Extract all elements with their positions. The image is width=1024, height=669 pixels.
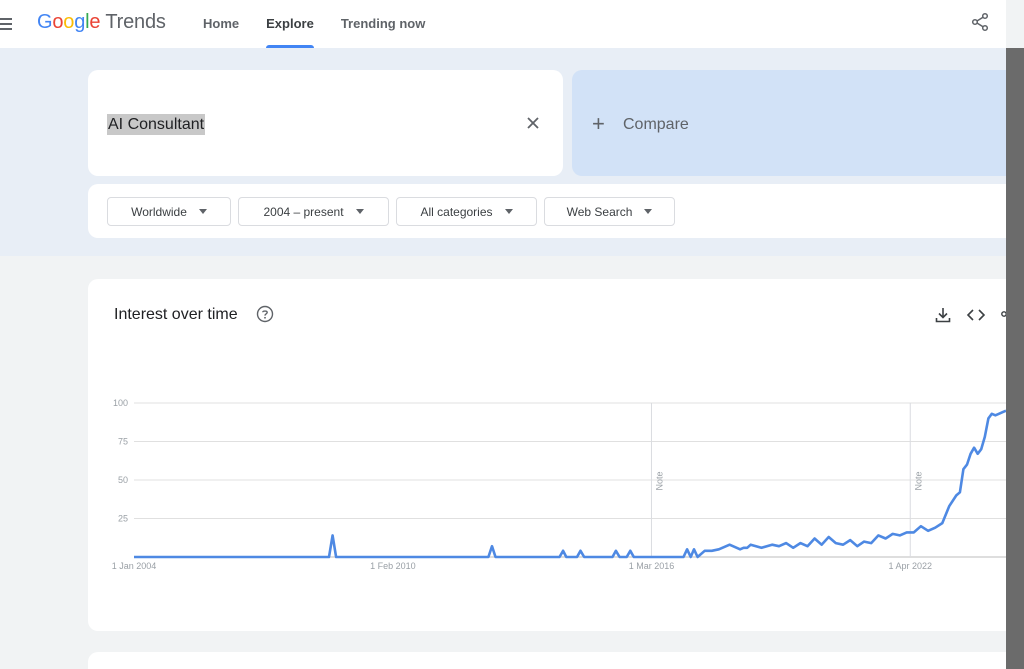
y-tick-label: 75: [118, 437, 128, 447]
note-label: Note: [913, 471, 923, 490]
y-tick-label: 100: [113, 398, 128, 408]
y-tick-label: 50: [118, 475, 128, 485]
y-tick-label: 25: [118, 514, 128, 524]
note-label: Note: [654, 471, 664, 490]
series-line-0: [134, 409, 1006, 559]
x-tick-label: 1 Jan 2004: [112, 561, 157, 571]
window-edge: [1006, 0, 1024, 669]
x-tick-label: 1 Mar 2016: [629, 561, 675, 571]
x-tick-label: 1 Feb 2010: [370, 561, 416, 571]
next-section-card: [88, 652, 1006, 669]
x-tick-label: 1 Apr 2022: [888, 561, 932, 571]
interest-line-chart: 100 75 50 25 1 Jan 2004 1 Feb 2010 1 Mar 2016 1…: [112, 398, 1006, 571]
window-edge-cap: [1006, 0, 1024, 48]
